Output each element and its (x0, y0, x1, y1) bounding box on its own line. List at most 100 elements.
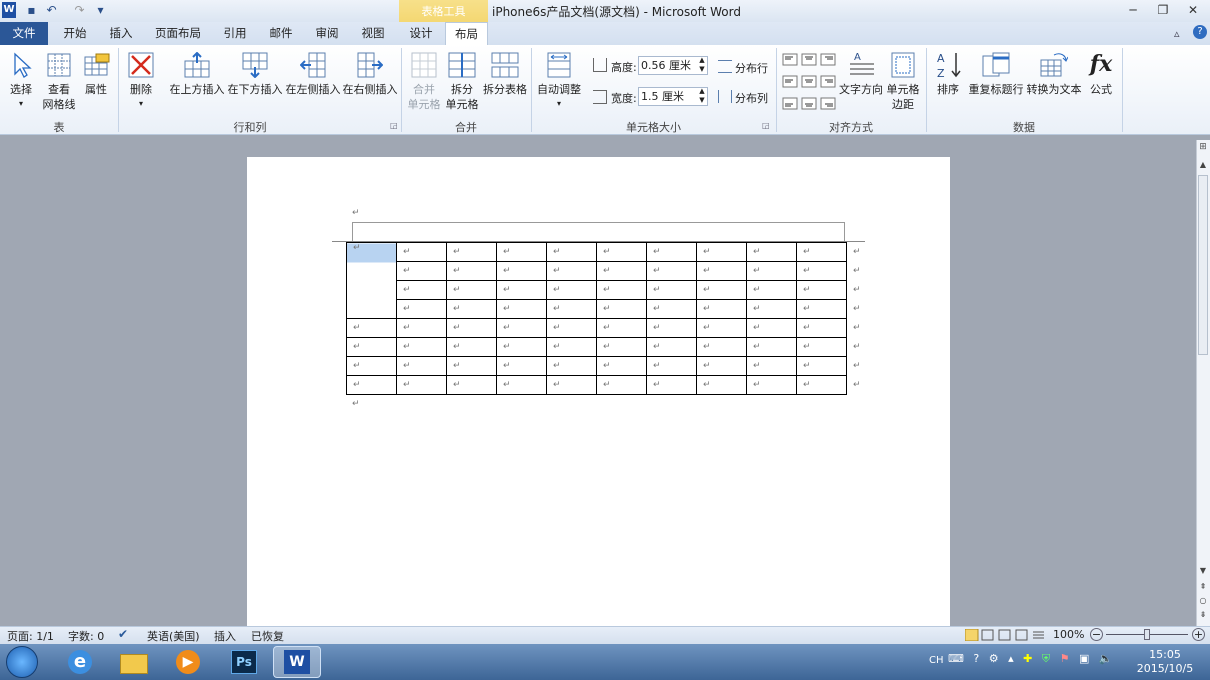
help-icon[interactable]: ? (1193, 25, 1207, 39)
save-icon[interactable]: ▪ (24, 3, 39, 18)
internet-explorer-icon[interactable]: e (62, 646, 98, 678)
table-cell[interactable]: ↵ (746, 318, 797, 338)
table-cell[interactable]: ↵ (596, 261, 647, 281)
page-count[interactable]: 页面: 1/1 (7, 628, 54, 644)
table-cell[interactable]: ↵ (346, 242, 397, 319)
table-cell[interactable]: ↵ (396, 337, 447, 357)
tab-page-layout[interactable]: 页面布局 (148, 22, 208, 45)
table-cell[interactable]: ↵ (696, 337, 747, 357)
close-button[interactable]: ✕ (1180, 2, 1206, 19)
table-cell[interactable]: ↵ (546, 375, 597, 395)
table-cell[interactable]: ↵ (346, 356, 397, 376)
table-cell[interactable]: ↵ (796, 356, 847, 376)
table-cell[interactable]: ↵ (546, 318, 597, 338)
table-cell[interactable]: ↵ (546, 356, 597, 376)
table-row[interactable]: ↵ ↵ ↵ ↵ ↵ ↵ ↵ ↵ ↵ ↵ (347, 280, 862, 300)
table-cell[interactable]: ↵ (796, 242, 847, 262)
table-cell[interactable]: ↵ (496, 261, 547, 281)
table-cell[interactable]: ↵ (596, 356, 647, 376)
add-tray-icon[interactable]: ✚ (1023, 652, 1032, 665)
tab-layout[interactable]: 布局 (445, 22, 488, 45)
table-cell[interactable]: ↵ (696, 318, 747, 338)
table-cell[interactable]: ↵ (696, 356, 747, 376)
table-cell[interactable]: ↵ (546, 299, 597, 319)
tab-insert[interactable]: 插入 (100, 22, 142, 45)
zoom-out-icon[interactable]: − (1090, 628, 1103, 641)
table-cell[interactable]: ↵ (346, 375, 397, 395)
file-explorer-icon[interactable] (116, 646, 152, 678)
photoshop-icon[interactable]: Ps (226, 646, 262, 678)
show-hidden-icons[interactable]: ▴ (1008, 652, 1014, 665)
table-cell[interactable]: ↵ (496, 299, 547, 319)
table-cell[interactable]: ↵ (546, 280, 597, 300)
table-cell[interactable]: ↵ (796, 261, 847, 281)
ime-indicator[interactable]: CH (929, 655, 944, 666)
table-cell[interactable]: ↵ (596, 242, 647, 262)
table-cell[interactable]: ↵ (396, 280, 447, 300)
distribute-cols-button[interactable]: 分布列 (735, 90, 768, 106)
table-cell[interactable]: ↵ (646, 242, 697, 262)
table-cell[interactable]: ↵ (646, 318, 697, 338)
table-row[interactable]: ↵ ↵ ↵ ↵ ↵ ↵ ↵ ↵ ↵ ↵ ↵ (346, 242, 862, 319)
media-player-icon[interactable]: ▶ (170, 646, 206, 678)
table-cell[interactable]: ↵ (546, 261, 597, 281)
scroll-up-icon[interactable]: ▲ (1197, 160, 1209, 172)
table-cell[interactable]: ↵ (646, 375, 697, 395)
tab-mailings[interactable]: 邮件 (260, 22, 302, 45)
tab-design[interactable]: 设计 (401, 22, 441, 45)
keyboard-icon[interactable]: ⌨ (948, 652, 964, 665)
table-cell[interactable]: ↵ (696, 299, 747, 319)
table-cell[interactable]: ↵ (696, 375, 747, 395)
table-cell[interactable]: ↵ (596, 299, 647, 319)
table-cell[interactable]: ↵ (396, 318, 447, 338)
table-cell[interactable]: ↵ (346, 318, 397, 338)
prev-page-icon[interactable]: ⇞ (1197, 582, 1209, 594)
settings-tray-icon[interactable]: ⚙ (989, 652, 999, 665)
table-cell[interactable]: ↵ (646, 280, 697, 300)
table-cell[interactable]: ↵ (446, 299, 497, 319)
tab-home[interactable]: 开始 (54, 22, 96, 45)
table-cell[interactable]: ↵ (796, 280, 847, 300)
security-shield-icon[interactable]: ⛨ (1042, 652, 1050, 665)
word-logo-icon[interactable]: W (2, 2, 16, 18)
table-cell[interactable]: ↵ (396, 242, 447, 262)
clock[interactable]: 15:05 2015/10/5 (1130, 648, 1200, 676)
table-cell[interactable]: ↵ (346, 337, 397, 357)
zoom-level[interactable]: 100% (1053, 628, 1084, 641)
scroll-thumb[interactable] (1198, 175, 1208, 355)
tab-review[interactable]: 审阅 (306, 22, 348, 45)
start-button-icon[interactable] (6, 646, 38, 678)
customize-qat-icon[interactable]: ▾ (93, 3, 108, 18)
zoom-slider-thumb[interactable] (1144, 629, 1150, 640)
table-cell[interactable]: ↵ (396, 356, 447, 376)
table-cell[interactable]: ↵ (746, 299, 797, 319)
volume-icon[interactable]: 🔈 (1099, 652, 1113, 665)
table-cell[interactable]: ↵ (496, 318, 547, 338)
table-cell[interactable]: ↵ (646, 356, 697, 376)
table-cell[interactable]: ↵ (796, 299, 847, 319)
table-cell[interactable]: ↵ (396, 261, 447, 281)
scroll-down-icon[interactable]: ▼ (1197, 566, 1209, 578)
browse-object-icon[interactable]: ○ (1197, 596, 1209, 608)
table-row[interactable]: ↵ ↵ ↵ ↵ ↵ ↵ ↵ ↵ ↵ ↵ (347, 261, 862, 281)
dialog-launcher-icon[interactable]: ◲ (390, 121, 398, 130)
tab-view[interactable]: 视图 (352, 22, 394, 45)
table-cell[interactable]: ↵ (446, 356, 497, 376)
table-cell[interactable]: ↵ (496, 337, 547, 357)
table-cell[interactable]: ↵ (696, 261, 747, 281)
table-cell[interactable]: ↵ (696, 242, 747, 262)
table-cell[interactable]: ↵ (646, 261, 697, 281)
table-cell[interactable]: ↵ (546, 337, 597, 357)
table-cell[interactable]: ↵ (596, 318, 647, 338)
table-cell[interactable]: ↵ (496, 280, 547, 300)
ruler-toggle-icon[interactable]: ⊞ (1197, 142, 1209, 156)
table-cell[interactable]: ↵ (446, 280, 497, 300)
table-row[interactable]: ↵ ↵ ↵ ↵ ↵ ↵ ↵ ↵ ↵ ↵ ↵ (346, 375, 862, 395)
table-row[interactable]: ↵ ↵ ↵ ↵ ↵ ↵ ↵ ↵ ↵ ↵ ↵ (346, 337, 862, 357)
proofing-icon[interactable]: ✔ (118, 627, 128, 641)
table-cell[interactable]: ↵ (746, 356, 797, 376)
table-cell[interactable]: ↵ (796, 375, 847, 395)
network-icon[interactable]: ▣ (1079, 652, 1089, 665)
dialog-launcher-icon[interactable]: ◲ (762, 121, 770, 130)
table-cell[interactable]: ↵ (496, 375, 547, 395)
